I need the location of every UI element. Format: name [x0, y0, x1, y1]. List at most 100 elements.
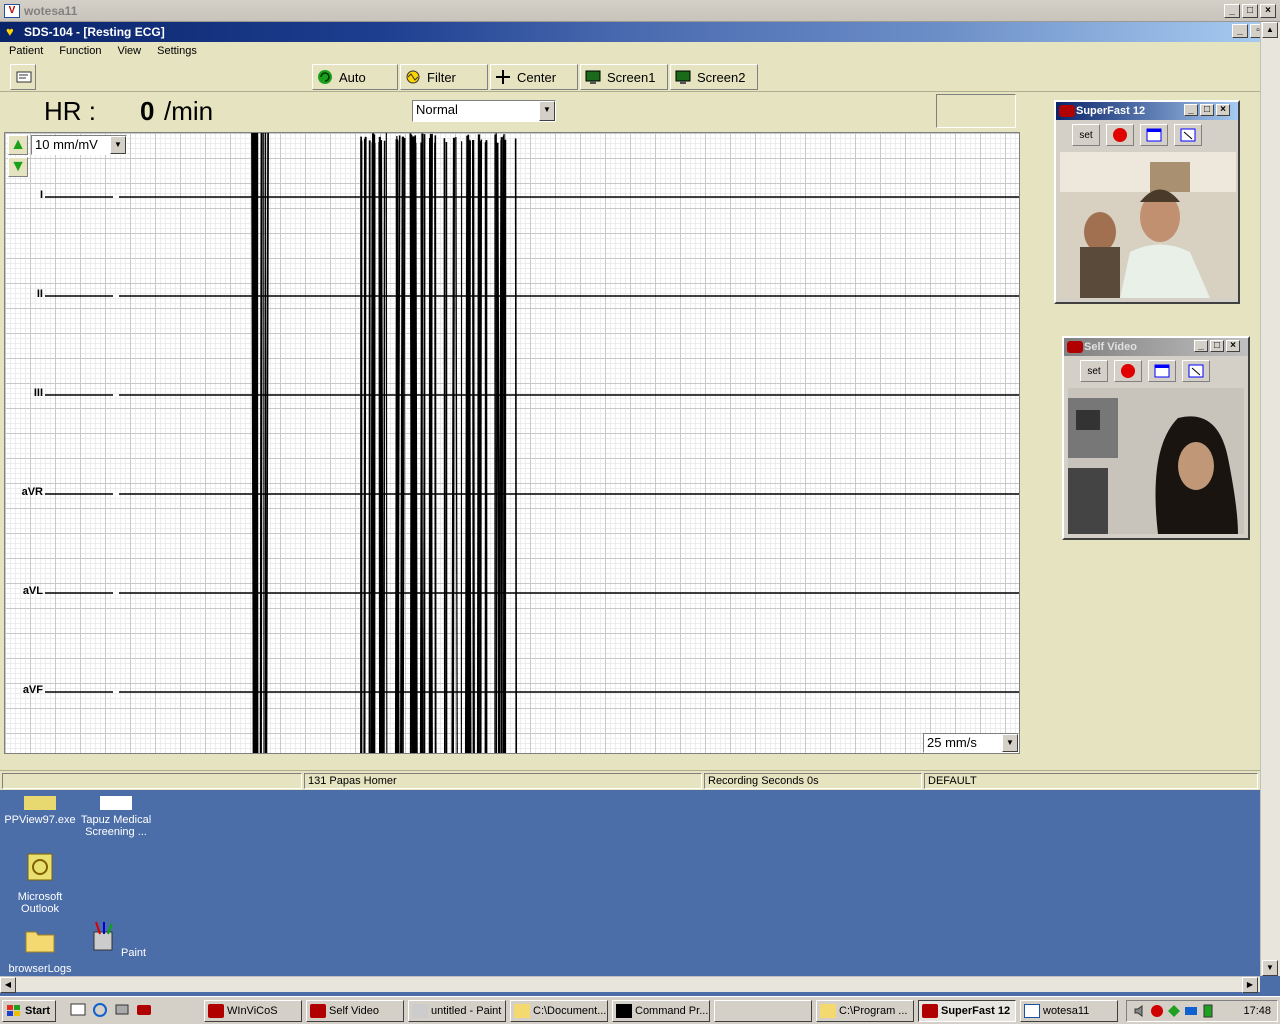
vertical-scrollbar[interactable]: ▲ ▼ — [1260, 22, 1280, 976]
app-minimize-button[interactable]: _ — [1232, 24, 1248, 38]
close-button[interactable]: × — [1260, 4, 1276, 18]
desktop-icon-label: browserLogs — [8, 963, 72, 975]
close-button[interactable]: × — [1216, 104, 1230, 116]
taskbar-item-label: wotesa11 — [1043, 1005, 1090, 1017]
filter-button[interactable]: Filter — [400, 64, 488, 90]
gain-select-value: 10 mm/mV — [35, 137, 98, 152]
desktop-icon-label: Tapuz Medical Screening ... — [80, 814, 152, 838]
vc-logo-icon — [1059, 105, 1075, 117]
desktop-icon-tapuz[interactable]: Tapuz Medical Screening ... — [78, 796, 154, 838]
antivirus-icon[interactable] — [1150, 1004, 1164, 1018]
set-button[interactable]: set — [1072, 124, 1100, 146]
taskbar-item-wotesa11[interactable]: wotesa11 — [1020, 1000, 1118, 1022]
taskbar-item-command-prompt[interactable]: Command Pr... — [612, 1000, 710, 1022]
console-icon — [616, 1004, 632, 1018]
maximize-button[interactable]: □ — [1200, 104, 1214, 116]
chevron-down-icon[interactable]: ▼ — [1002, 734, 1018, 752]
hr-value: 0 — [140, 96, 155, 126]
window-size-button[interactable] — [1148, 360, 1176, 382]
close-button[interactable]: × — [1226, 340, 1240, 352]
window-icon — [1154, 364, 1170, 378]
remote-window-titlebar[interactable]: V wotesa11 _ □ × — [0, 0, 1280, 22]
minimize-button[interactable]: _ — [1184, 104, 1198, 116]
filter-label: Filter — [427, 69, 456, 85]
superfast-video-window[interactable]: SuperFast 12 _ □ × set — [1054, 100, 1240, 304]
desktop-icon-browserlogs[interactable]: browserLogs — [2, 924, 78, 975]
menu-patient[interactable]: Patient — [9, 45, 43, 57]
self-video-window[interactable]: Self Video _ □ × set — [1062, 336, 1250, 540]
self-video-toolbar: set — [1066, 358, 1246, 384]
mode-select[interactable]: Normal ▼ — [412, 100, 556, 122]
window-size-button[interactable] — [1140, 124, 1168, 146]
network-icon[interactable] — [114, 1002, 130, 1018]
desktop-icon-ppview[interactable]: PPView97.exe — [2, 796, 78, 826]
horizontal-scrollbar[interactable]: ◀ ▶ — [0, 976, 1260, 993]
auto-button[interactable]: Auto — [312, 64, 398, 90]
gain-down-button[interactable]: ▼ — [8, 157, 28, 177]
ecg-grid: ▲ ▼ 10 mm/mV ▼ I II III aVR aVL aVF 25 m… — [4, 132, 1020, 754]
list-icon — [16, 71, 32, 83]
center-icon — [496, 70, 510, 84]
set-button[interactable]: set — [1080, 360, 1108, 382]
self-video-titlebar[interactable]: Self Video _ □ × — [1064, 338, 1248, 356]
taskbar-item-self-video[interactable]: Self Video — [306, 1000, 404, 1022]
internet-explorer-icon[interactable] — [92, 1002, 108, 1018]
minimize-button[interactable]: _ — [1224, 4, 1240, 18]
minimize-button[interactable]: _ — [1194, 340, 1208, 352]
taskbar-item-blank[interactable] — [714, 1000, 812, 1022]
self-video-title: Self Video — [1084, 341, 1137, 353]
taskbar-item-paint[interactable]: untitled - Paint — [408, 1000, 506, 1022]
desktop-icon-paint[interactable]: Paint — [78, 920, 154, 959]
start-button[interactable]: Start — [2, 1000, 56, 1022]
center-button[interactable]: Center — [490, 64, 578, 90]
app-titlebar[interactable]: ♥ SDS-104 - [Resting ECG] — [0, 22, 1260, 42]
scroll-right-arrow[interactable]: ▶ — [1242, 977, 1258, 993]
update-icon[interactable] — [1167, 1004, 1181, 1018]
taskbar-item-program-files[interactable]: C:\Program ... — [816, 1000, 914, 1022]
screen2-button[interactable]: Screen2 — [670, 64, 758, 90]
fullscreen-button[interactable] — [1182, 360, 1210, 382]
screen1-label: Screen1 — [607, 69, 656, 85]
vc-app-icon[interactable] — [136, 1002, 152, 1018]
screen1-button[interactable]: Screen1 — [580, 64, 668, 90]
battery-icon[interactable] — [1201, 1004, 1215, 1018]
desktop-icon-outlook[interactable]: Microsoft Outlook — [2, 852, 78, 915]
taskbar-item-winvicos[interactable]: WInViCoS — [204, 1000, 302, 1022]
info-box — [936, 94, 1016, 128]
maximize-button[interactable]: □ — [1210, 340, 1224, 352]
scroll-up-arrow[interactable]: ▲ — [1262, 22, 1278, 38]
hr-label: HR : — [44, 96, 96, 126]
taskbar-item-superfast[interactable]: SuperFast 12 — [918, 1000, 1016, 1022]
volume-icon[interactable] — [1133, 1004, 1147, 1018]
desktop-icon[interactable] — [70, 1002, 86, 1018]
app-icon — [24, 796, 56, 810]
menu-function[interactable]: Function — [59, 45, 101, 57]
chevron-down-icon[interactable]: ▼ — [110, 136, 126, 154]
maximize-button[interactable]: □ — [1242, 4, 1258, 18]
network-icon[interactable] — [1184, 1004, 1198, 1018]
superfast-titlebar[interactable]: SuperFast 12 _ □ × — [1056, 102, 1238, 120]
desktop-icon-label: Paint — [120, 947, 147, 959]
taskbar-item-documents[interactable]: C:\Document... — [510, 1000, 608, 1022]
ecg-artifact-spike — [256, 133, 259, 753]
start-label: Start — [25, 1005, 51, 1017]
menu-settings[interactable]: Settings — [157, 45, 197, 57]
vc-app-icon — [208, 1004, 224, 1018]
ecg-traces — [45, 133, 1019, 753]
screen2-label: Screen2 — [697, 69, 746, 85]
record-button[interactable] — [1106, 124, 1134, 146]
patient-list-button[interactable] — [10, 64, 36, 90]
fullscreen-button[interactable] — [1174, 124, 1202, 146]
record-button[interactable] — [1114, 360, 1142, 382]
folder-icon — [514, 1004, 530, 1018]
scroll-left-arrow[interactable]: ◀ — [0, 977, 16, 993]
chevron-down-icon[interactable]: ▼ — [539, 101, 555, 121]
gain-select[interactable]: 10 mm/mV ▼ — [31, 135, 127, 155]
calibration-gap — [113, 592, 119, 594]
calibration-gap — [113, 196, 119, 198]
taskbar-item-label: SuperFast 12 — [941, 1005, 1011, 1017]
gain-up-button[interactable]: ▲ — [8, 135, 28, 155]
scroll-down-arrow[interactable]: ▼ — [1262, 960, 1278, 976]
menu-view[interactable]: View — [117, 45, 141, 57]
speed-select[interactable]: 25 mm/s ▼ — [923, 733, 1019, 753]
